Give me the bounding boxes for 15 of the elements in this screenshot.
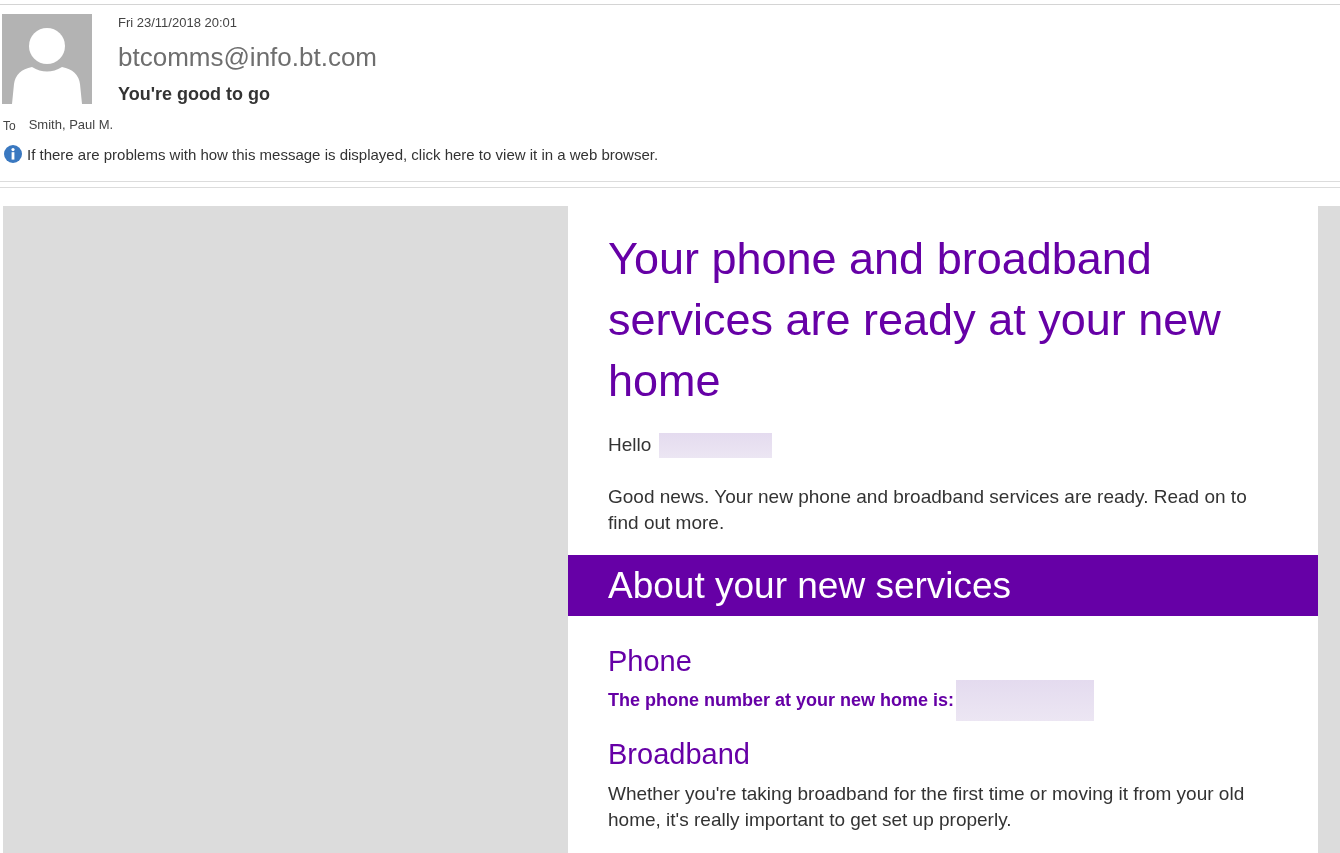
greeting-text: Hello	[608, 433, 652, 457]
sender-address: btcomms@info.bt.com	[118, 41, 378, 73]
message-subject: You're good to go	[118, 83, 270, 105]
section-heading: Phone	[608, 644, 693, 678]
section-heading: Broadband	[608, 737, 751, 771]
section-banner: About your new services	[568, 555, 1318, 616]
message-date: Fri 23/11/2018 20:01	[118, 15, 237, 31]
intro-paragraph: Good news. Your new phone and broadband services are ready. Read on to find out more.	[608, 485, 1248, 535]
recipient-name: Smith, Paul M.	[28, 116, 114, 132]
section-paragraph: Whether you're taking broadband for the first time or moving it from your old home, it's really important to get set up properly.	[608, 782, 1246, 832]
info-icon	[4, 145, 22, 163]
to-label: To	[3, 119, 16, 133]
phone-number-label: The phone number at your new home is:	[608, 690, 955, 711]
info-bar-message[interactable]: If there are problems with how this message is displayed, click here to view it in a web browser.	[27, 145, 659, 163]
email-headline: Your phone and broadband services are ready at your new home	[608, 232, 1222, 408]
